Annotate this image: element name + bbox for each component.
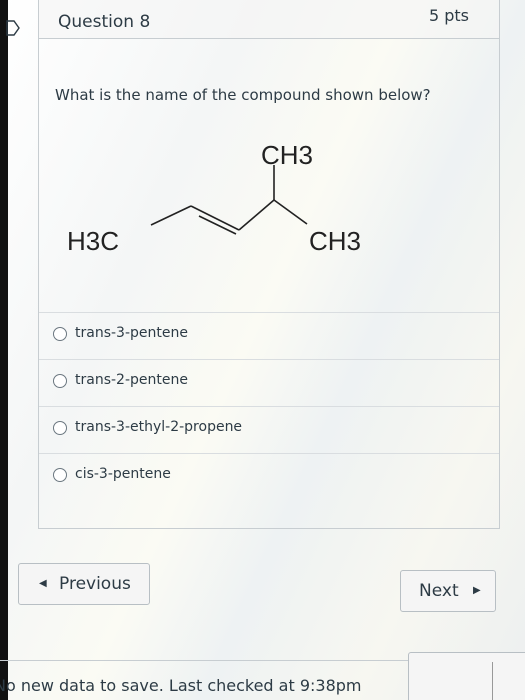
group-left: H3C: [67, 226, 119, 256]
answer-choice[interactable]: trans-3-pentene: [39, 312, 499, 357]
triangle-left-icon: ◀: [39, 578, 47, 589]
question-points: 5 pts: [428, 6, 469, 25]
previous-label: Previous: [59, 574, 131, 594]
previous-button[interactable]: ◀ Previous: [18, 563, 150, 605]
bond-left: [150, 205, 192, 226]
answer-label: trans-3-ethyl-2-propene: [75, 419, 243, 435]
question-card: Question 8 5 pts What is the name of the…: [38, 0, 500, 529]
radio-button-icon[interactable]: [53, 468, 67, 482]
radio-button-icon[interactable]: [53, 327, 67, 341]
chemical-structure-diagram: CH3 H3C CH3: [67, 140, 361, 256]
answer-choice[interactable]: trans-2-pentene: [39, 359, 499, 404]
next-label: Next: [419, 581, 459, 601]
double-bond-outer: [190, 205, 240, 231]
answer-label: trans-3-pentene: [75, 325, 188, 341]
radio-button-icon[interactable]: [53, 421, 67, 435]
answer-choice[interactable]: trans-3-ethyl-2-propene: [39, 406, 499, 451]
answer-label: cis-3-pentene: [75, 466, 171, 482]
save-status-text: No new data to save. Last checked at 9:3…: [0, 676, 362, 695]
group-top: CH3: [261, 140, 313, 170]
button-separator: [492, 662, 493, 700]
radio-button-icon[interactable]: [53, 374, 67, 388]
next-button[interactable]: Next ▶: [400, 570, 496, 612]
triangle-right-icon: ▶: [473, 585, 481, 596]
left-edge: [0, 0, 8, 700]
group-right: CH3: [309, 226, 361, 256]
answer-choice[interactable]: cis-3-pentene: [39, 453, 499, 498]
question-header: Question 8 5 pts: [39, 0, 499, 39]
question-prompt: What is the name of the compound shown b…: [55, 86, 431, 104]
question-title: Question 8: [58, 12, 151, 32]
answer-label: trans-2-pentene: [75, 372, 188, 388]
bond-right: [273, 199, 308, 225]
bond-center: [238, 199, 275, 231]
submit-quiz-button[interactable]: [408, 652, 525, 700]
quiz-screen: Question 8 5 pts What is the name of the…: [0, 0, 525, 700]
collapse-arrow-icon[interactable]: [6, 20, 20, 36]
